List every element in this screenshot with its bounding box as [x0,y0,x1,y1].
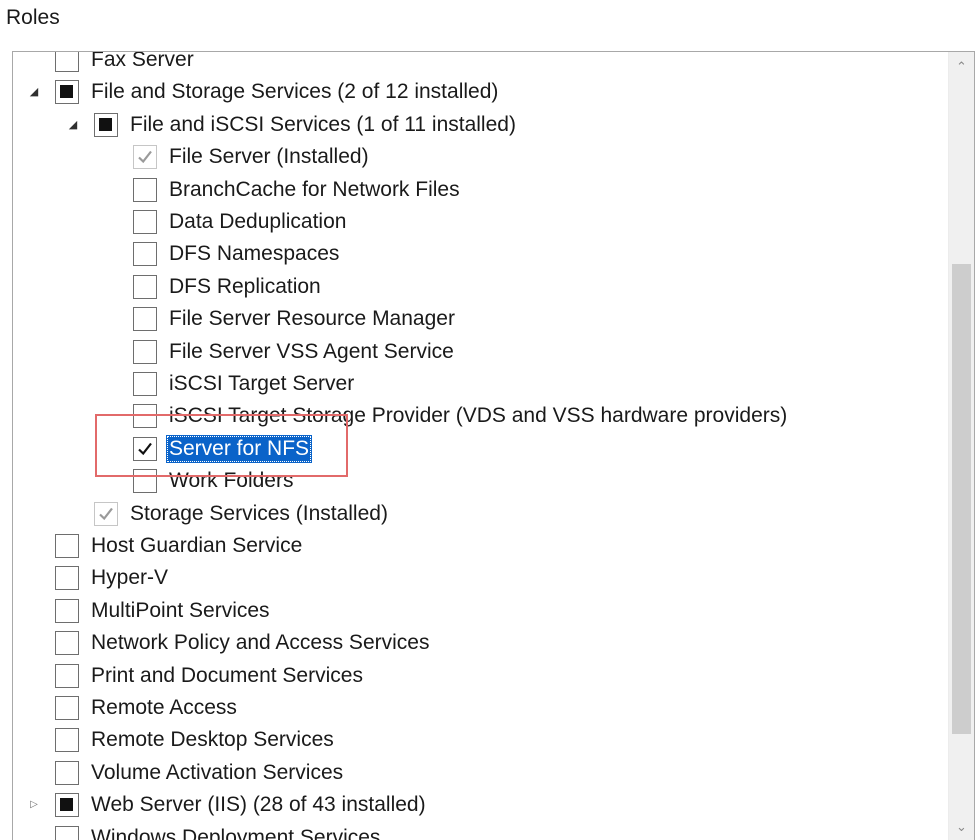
role-label: BranchCache for Network Files [169,177,460,201]
role-checkbox[interactable] [55,631,79,656]
role-checkbox[interactable] [133,307,157,332]
role-checkbox[interactable] [133,372,157,396]
role-checkbox[interactable] [133,210,157,234]
tree-row[interactable]: File Server (Installed) [13,141,948,173]
tree-row[interactable]: ◢ File and iSCSI Services (1 of 11 instal… [13,109,948,141]
tree-row[interactable]: DFS Namespaces [13,238,948,270]
expanded-triangle-icon[interactable]: ◢ [28,85,40,99]
role-checkbox[interactable] [133,436,157,461]
role-label: Remote Desktop Services [91,728,334,752]
tree-row[interactable]: iSCSI Target Storage Provider (VDS and V… [13,400,948,432]
role-label: File and iSCSI Services (1 of 11 install… [130,112,516,136]
tree-row[interactable]: DFS Replication [13,271,948,303]
tree-row[interactable]: Fax Server [13,51,948,76]
tree-row[interactable]: Volume Activation Services [13,757,948,789]
role-label: Server for NFS [166,434,313,463]
role-label: DFS Namespaces [169,242,340,266]
role-label: iSCSI Target Storage Provider (VDS and V… [169,404,788,428]
role-checkbox[interactable] [55,663,79,688]
role-label: File Server Resource Manager [169,307,455,331]
role-checkbox[interactable] [133,339,157,364]
tree-row[interactable]: MultiPoint Services [13,595,948,627]
role-checkbox[interactable] [55,793,79,818]
tree-row[interactable]: Network Policy and Access Services [13,627,948,659]
role-checkbox[interactable] [55,598,79,623]
role-label: Fax Server [91,51,194,71]
tree-row[interactable]: ◢ File and Storage Services (2 of 12 inst… [13,76,948,108]
chevron-down-icon: ⌄ [956,819,967,834]
role-checkbox[interactable] [55,760,79,785]
role-checkbox[interactable] [133,177,157,202]
tree-row[interactable]: Data Deduplication [13,206,948,238]
tree-row[interactable]: BranchCache for Network Files [13,174,948,206]
vertical-scrollbar[interactable]: ⌃ ⌄ [948,52,974,840]
role-checkbox[interactable] [94,112,118,137]
role-label: Remote Access [91,696,237,719]
role-label: Data Deduplication [169,210,347,233]
role-label: MultiPoint Services [91,598,270,622]
role-checkbox[interactable] [133,469,157,494]
tree-row[interactable]: Windows Deployment Services [13,822,948,840]
tree-row[interactable]: Remote Desktop Services [13,724,948,756]
role-checkbox[interactable] [133,404,157,429]
role-label: Host Guardian Service [91,534,303,557]
scroll-up-button[interactable]: ⌃ [949,54,974,80]
role-label: DFS Replication [169,274,321,298]
role-label: File Server VSS Agent Service [169,339,454,363]
role-checkbox[interactable] [55,80,79,105]
tree-row[interactable]: iSCSI Target Server [13,368,948,400]
role-checkbox[interactable] [55,728,79,753]
tree-row[interactable]: Remote Access [13,692,948,724]
collapsed-triangle-icon[interactable]: ▷ [28,798,40,812]
tree-row[interactable]: Storage Services (Installed) [13,498,948,530]
role-label: Windows Deployment Services [91,825,381,840]
role-label: File Server (Installed) [169,145,369,169]
role-checkbox [133,145,157,170]
tree-row[interactable]: Server for NFS [13,433,948,465]
chevron-up-icon: ⌃ [956,59,967,74]
role-checkbox[interactable] [133,242,157,267]
role-label: Volume Activation Services [91,760,344,784]
role-checkbox[interactable] [133,274,157,299]
roles-tree[interactable]: Fax Server ◢ File and Storage Services (2 … [12,51,975,840]
role-label: Network Policy and Access Services [91,631,430,655]
tree-row[interactable]: File Server Resource Manager [13,303,948,335]
tree-row[interactable]: ▷ Web Server (IIS) (28 of 43 installed) [13,789,948,821]
tree-row[interactable]: Print and Document Services [13,660,948,692]
role-checkbox [94,501,118,526]
role-checkbox[interactable] [55,52,79,72]
role-checkbox[interactable] [55,534,79,558]
role-label: File and Storage Services (2 of 12 insta… [91,80,499,104]
tree-row[interactable]: Host Guardian Service [13,530,948,562]
role-label: Storage Services (Installed) [130,501,388,525]
tree-row[interactable]: Work Folders [13,465,948,497]
role-label: Web Server (IIS) (28 of 43 installed) [91,793,426,817]
role-label: Print and Document Services [91,663,363,687]
role-checkbox[interactable] [55,696,79,720]
tree-row[interactable]: File Server VSS Agent Service [13,336,948,368]
role-label: Work Folders [169,469,294,493]
expanded-triangle-icon[interactable]: ◢ [67,118,79,132]
roles-heading: Roles [6,6,60,29]
scroll-down-button[interactable]: ⌄ [949,814,974,840]
role-label: iSCSI Target Server [169,372,355,395]
role-checkbox[interactable] [55,566,79,591]
scroll-thumb[interactable] [952,264,971,734]
role-checkbox[interactable] [55,825,79,840]
tree-row[interactable]: Hyper-V [13,562,948,594]
role-label: Hyper-V [91,566,169,590]
